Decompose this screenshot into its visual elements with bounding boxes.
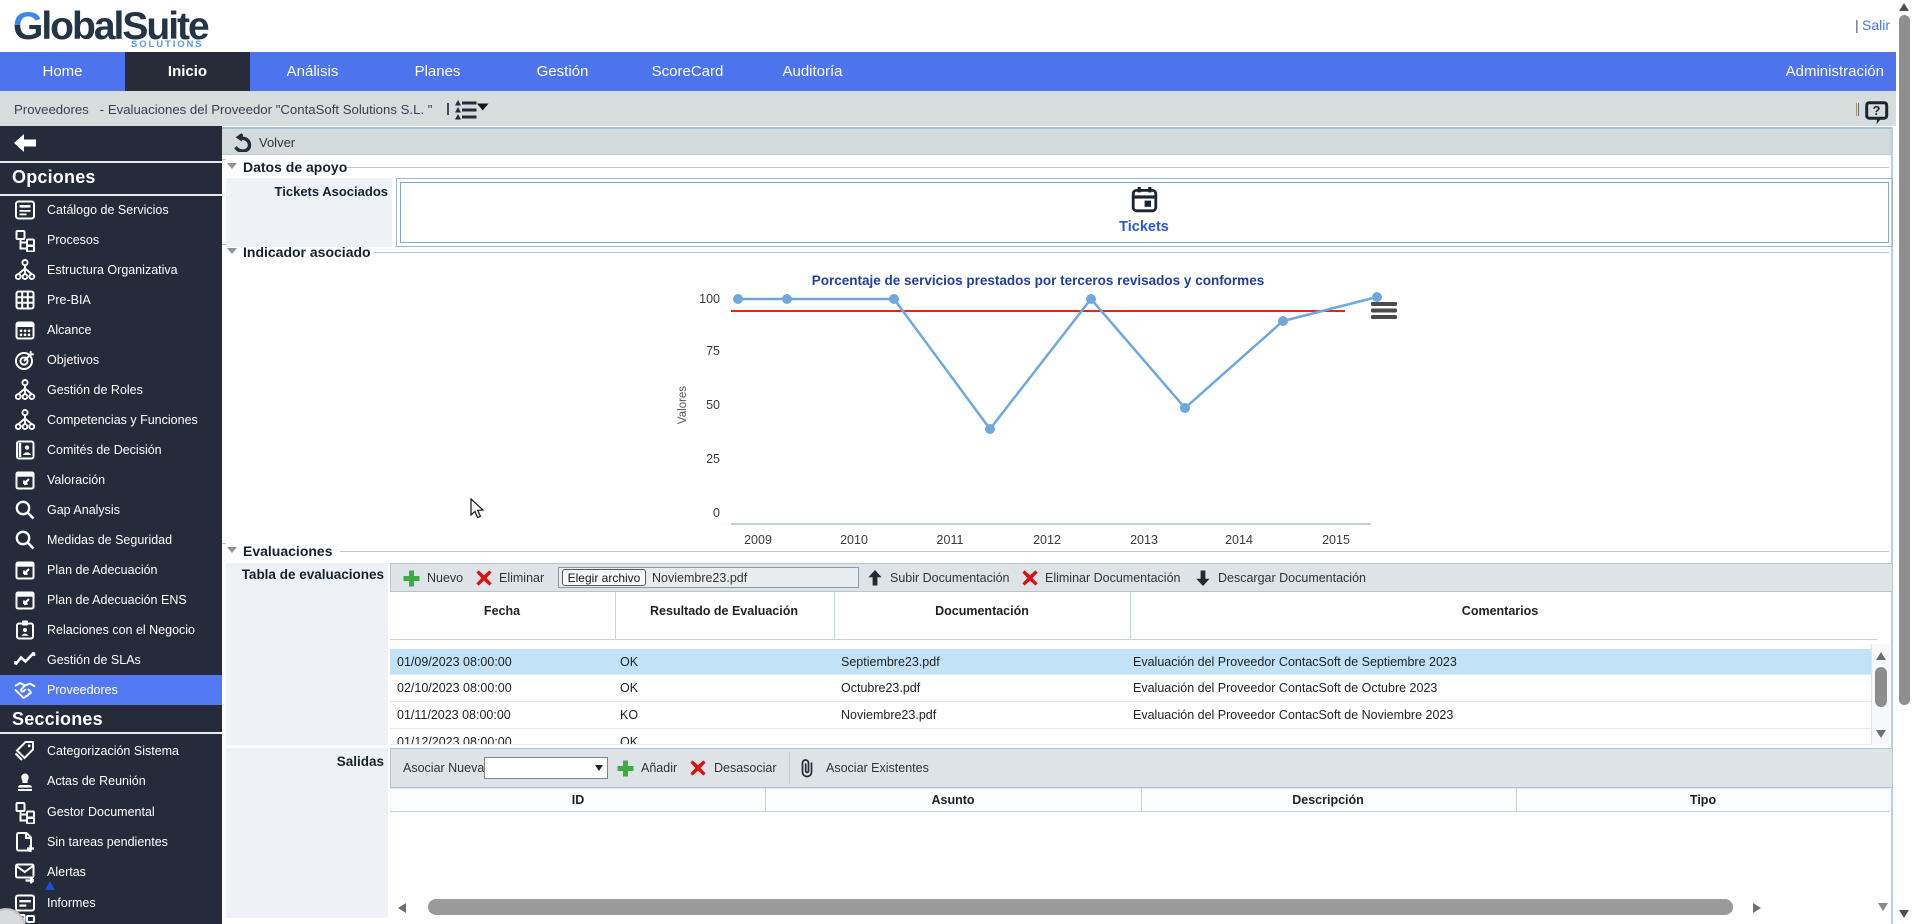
svg-text:2012: 2012: [1033, 533, 1061, 547]
svg-text:Valores: Valores: [677, 386, 689, 424]
svg-text:Porcentaje de servicios presta: Porcentaje de servicios prestados por te…: [812, 273, 1264, 288]
svg-text:?: ?: [1873, 103, 1881, 118]
svg-text:25: 25: [706, 452, 720, 466]
svg-text:2013: 2013: [1130, 533, 1158, 547]
svg-text:2014: 2014: [1225, 533, 1253, 547]
svg-text:0: 0: [713, 506, 720, 520]
svg-text:2015: 2015: [1322, 533, 1350, 547]
svg-text:50: 50: [706, 398, 720, 412]
svg-text:2010: 2010: [840, 533, 868, 547]
svg-text:75: 75: [706, 344, 720, 358]
svg-text:100: 100: [699, 292, 720, 306]
svg-text:2011: 2011: [937, 533, 964, 547]
svg-text:2009: 2009: [744, 533, 772, 547]
